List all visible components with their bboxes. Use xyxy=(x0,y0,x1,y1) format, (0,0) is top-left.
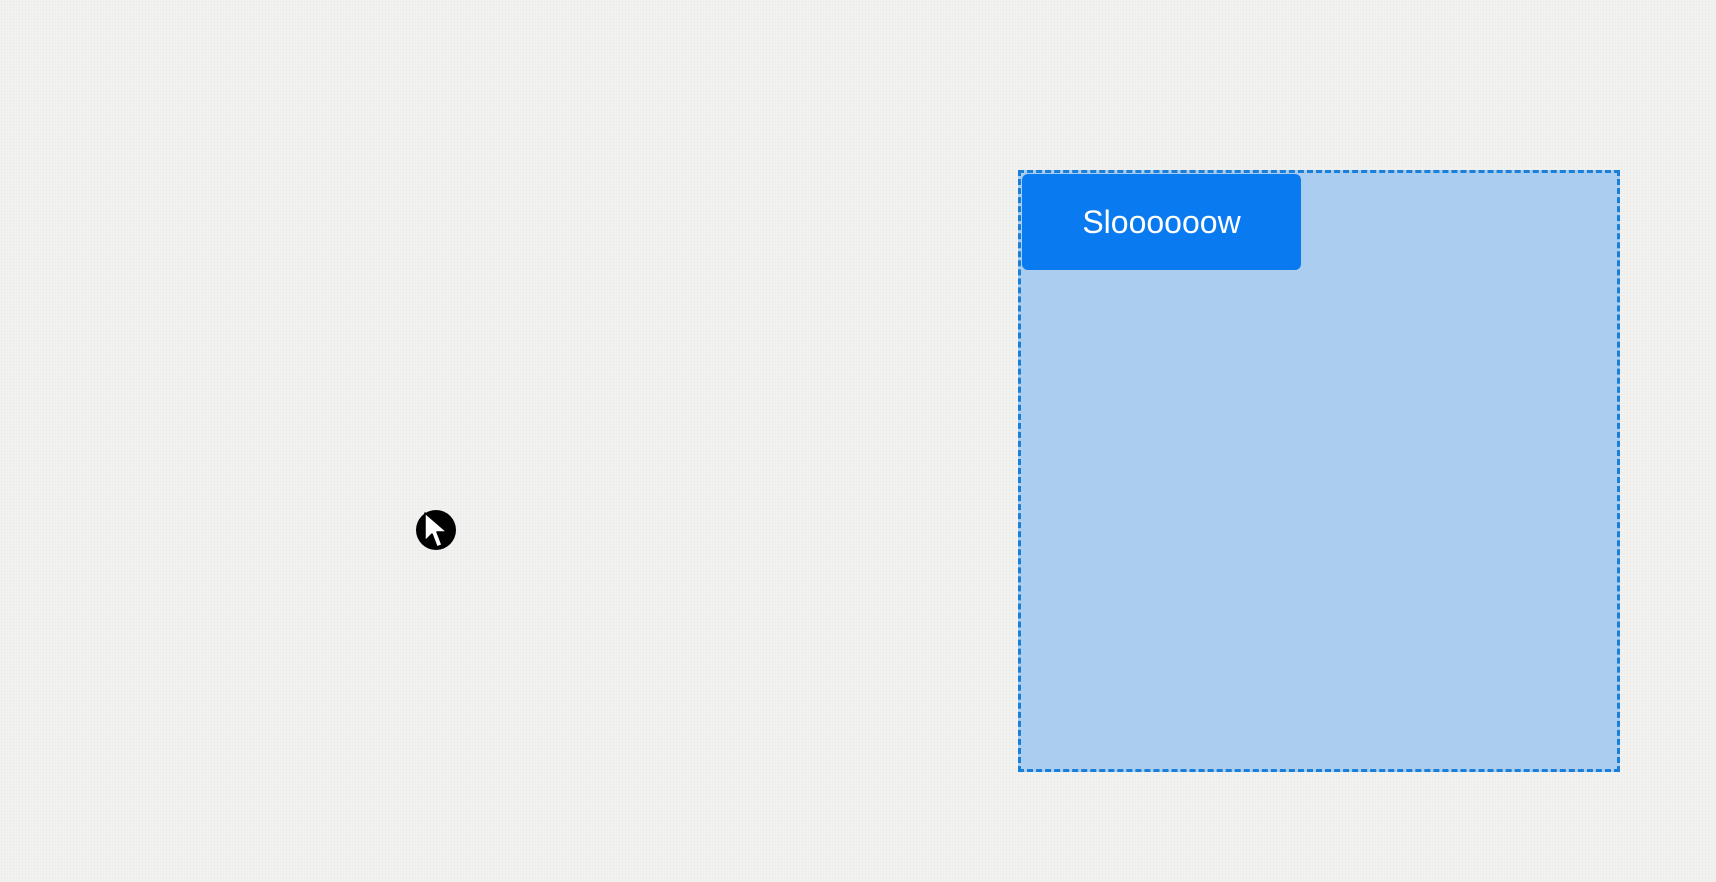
mouse-cursor-indicator xyxy=(416,510,456,550)
drop-zone[interactable]: Sloooooow xyxy=(1018,170,1620,772)
arrow-pointer-icon xyxy=(424,512,448,548)
slow-button[interactable]: Sloooooow xyxy=(1022,174,1301,270)
